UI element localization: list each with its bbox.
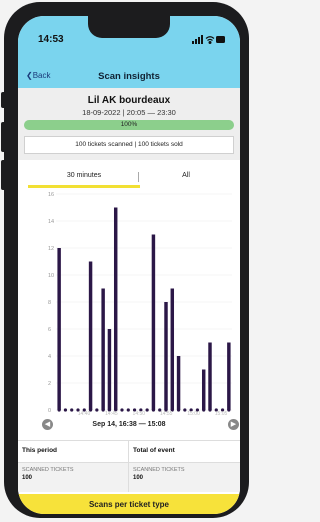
total-scanned-value: 100 xyxy=(133,475,144,481)
scan-point xyxy=(70,408,74,412)
event-date: 18-09-2022 | 20:05 — 23:30 xyxy=(82,108,176,117)
y-tick-label: 2 xyxy=(48,381,51,387)
scan-point xyxy=(63,408,68,412)
scan-bar xyxy=(176,356,181,410)
scan-point xyxy=(202,408,206,412)
scan-point xyxy=(176,408,181,412)
period-scanned-value: 100 xyxy=(22,475,33,481)
x-tick-label: 14:40 xyxy=(78,411,91,416)
tab-divider xyxy=(138,172,139,182)
stats-grid: This period Total of event SCANNED TICKE… xyxy=(18,440,240,492)
scan-bar xyxy=(101,288,105,410)
x-tick-label: 15:00 xyxy=(187,411,200,416)
period-range-label: Sep 14, 16:38 — 15:08 xyxy=(92,421,166,428)
period-scanned-cell: SCANNED TICKETS 100 xyxy=(18,462,129,492)
mute-switch xyxy=(1,92,6,108)
y-tick-label: 0 xyxy=(48,408,51,414)
scan-bar xyxy=(107,329,112,410)
x-tick-label: 14:50 xyxy=(133,411,146,416)
signal-icon xyxy=(192,35,203,44)
y-tick-label: 8 xyxy=(48,300,51,306)
status-icons xyxy=(192,35,225,44)
scan-point xyxy=(151,408,156,412)
x-tick-label: 15:05 xyxy=(215,411,228,416)
period-scanned-label: SCANNED TICKETS xyxy=(22,467,74,473)
scan-progress-bar: 100% xyxy=(24,120,234,130)
x-tick-label: 14:55 xyxy=(160,411,173,416)
scan-point xyxy=(145,408,149,412)
volume-up-button xyxy=(1,122,6,152)
scan-bar xyxy=(164,302,168,410)
battery-icon xyxy=(216,36,225,43)
scans-bar-chart: 0 2 4 6 8 10 12 14 16 14:40 14:45 14:50 14:55 15:00 15… xyxy=(48,192,232,416)
scan-point xyxy=(95,408,99,412)
tab-30-minutes[interactable]: 30 minutes xyxy=(28,172,140,179)
volume-down-button xyxy=(1,160,6,190)
scan-bar xyxy=(113,207,118,410)
scan-point xyxy=(183,408,187,412)
page-title: Scan insights xyxy=(98,71,160,82)
scan-point xyxy=(57,408,61,412)
scan-point xyxy=(208,408,212,412)
scan-bar xyxy=(201,369,206,410)
y-tick-label: 4 xyxy=(48,354,51,360)
scan-point xyxy=(126,408,130,412)
y-tick-label: 16 xyxy=(48,192,54,198)
y-tick-label: 14 xyxy=(48,219,54,225)
scan-bar xyxy=(151,234,156,410)
scans-per-ticket-type-label: Scans per ticket type xyxy=(88,500,170,509)
ticket-summary-text: 100 tickets scanned | 100 tickets sold xyxy=(75,141,183,148)
y-tick-label: 6 xyxy=(48,327,51,333)
phone-frame: 14:53 ❮Back Scan insights Lil AK bourdea… xyxy=(4,2,249,518)
this-period-cell: This period xyxy=(18,440,129,462)
total-scanned-label: SCANNED TICKETS xyxy=(133,467,185,473)
y-tick-label: 12 xyxy=(48,246,54,252)
interval-tabs: 30 minutes All xyxy=(18,170,240,188)
status-time: 14:53 xyxy=(38,34,64,45)
scan-progress-label: 100% xyxy=(120,121,138,128)
scan-bar xyxy=(88,261,93,410)
event-header: Lil AK bourdeaux 18-09-2022 | 20:05 — 23… xyxy=(18,88,240,160)
tab-all[interactable]: All xyxy=(140,172,232,179)
total-scanned-cell: SCANNED TICKETS 100 xyxy=(129,462,240,492)
scan-bar xyxy=(227,342,231,410)
wifi-icon xyxy=(205,36,215,44)
x-tick-label: 14:45 xyxy=(105,411,118,416)
total-event-cell: Total of event xyxy=(129,440,240,462)
scan-bar xyxy=(208,342,212,410)
camera-notch xyxy=(88,16,170,38)
scan-bar xyxy=(57,248,61,410)
scan-point xyxy=(227,408,231,412)
app-screen: 14:53 ❮Back Scan insights Lil AK bourdea… xyxy=(18,16,240,514)
this-period-title: This period xyxy=(22,447,58,454)
total-event-title: Total of event xyxy=(133,447,175,454)
scan-point xyxy=(120,408,124,412)
scan-bar xyxy=(170,288,175,410)
event-title: Lil AK bourdeaux xyxy=(87,95,171,106)
ticket-summary: 100 tickets scanned | 100 tickets sold xyxy=(24,136,234,154)
y-tick-label: 10 xyxy=(48,273,54,279)
scans-per-ticket-type-button[interactable]: Scans per ticket type xyxy=(18,494,240,514)
nav-bar: ❮Back Scan insights xyxy=(18,66,240,88)
